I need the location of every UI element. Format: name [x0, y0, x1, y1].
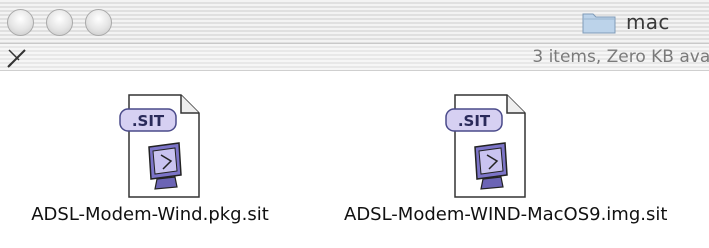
- status-bar: 3 items, Zero KB avai: [0, 44, 709, 71]
- status-text: 3 items, Zero KB avai: [532, 47, 709, 67]
- zoom-button[interactable]: [85, 9, 112, 36]
- file-name[interactable]: ADSL-Modem-Wind.pkg.sit: [20, 204, 280, 225]
- file-name[interactable]: ADSL-Modem-WIND-MacOS9.img.sit: [344, 204, 667, 225]
- minimize-button[interactable]: [46, 9, 73, 36]
- finder-window: mac 3 items, Zero KB avai .SIT ADSL-Mode…: [0, 0, 709, 248]
- window-title: mac: [582, 8, 670, 36]
- sit-badge-label: .SIT: [132, 112, 165, 130]
- file-area: .SIT ADSL-Modem-Wind.pkg.sit .SIT ADSL-M…: [0, 71, 709, 248]
- stuffit-archive-icon[interactable]: .SIT: [119, 93, 201, 199]
- pencil-icon: [7, 49, 26, 68]
- stuffit-archive-icon[interactable]: .SIT: [445, 93, 527, 199]
- close-button[interactable]: [7, 9, 34, 36]
- title-bar[interactable]: mac: [0, 0, 709, 44]
- file-item[interactable]: .SIT ADSL-Modem-WIND-MacOS9.img.sit: [344, 71, 667, 248]
- file-item[interactable]: .SIT ADSL-Modem-Wind.pkg.sit: [20, 71, 280, 248]
- window-title-text: mac: [626, 10, 670, 34]
- sit-badge-label: .SIT: [458, 112, 491, 130]
- folder-icon: [582, 13, 616, 34]
